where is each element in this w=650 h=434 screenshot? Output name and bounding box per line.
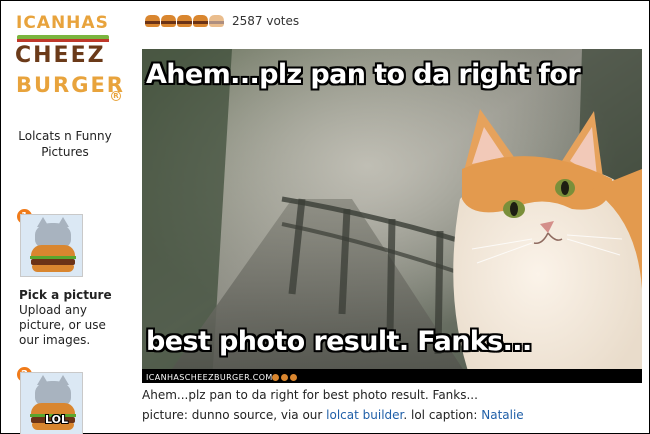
rating-bar[interactable]: 2587 votes [145,13,299,29]
lolcat-image[interactable]: Ahem...plz pan to da right for best phot… [142,49,642,383]
step-1-title: Pick a picture [19,288,112,302]
image-watermark: ICANHASCHEEZBURGER.COM [146,373,273,382]
post-credit: picture: dunno source, via our lolcat bu… [142,408,524,422]
lol-label: LOL [45,413,68,426]
logo-tomato-stripe [17,39,109,42]
logo-line-3: BURGER [16,73,125,97]
site-tagline: Lolcats n Funny Pictures [18,129,112,159]
logo-line-2: CHEEZ [15,43,106,68]
cheezburger-icon[interactable] [177,15,192,27]
lolcat-builder-link[interactable]: lolcat builder [326,408,403,422]
credit-middle: . lol caption: [403,408,478,422]
burger-bottom-bun-icon [32,265,74,272]
sidebar: ICANHAS CHEEZ BURGER R Lolcats n Funny P… [1,1,129,434]
cheezburger-icon[interactable] [145,15,160,27]
site-logo[interactable]: ICANHAS CHEEZ BURGER R [15,11,123,103]
image-caption-top: Ahem...plz pan to da right for [146,59,581,90]
image-caption-bottom: best photo result. Fanks... [146,326,532,357]
registered-mark-icon: R [111,91,121,101]
vote-count: 2587 votes [232,14,300,28]
step-2-thumbnail[interactable]: LOL [20,372,83,434]
cheezburger-icon[interactable] [161,15,176,27]
cheezburger-half-icon[interactable] [209,15,224,27]
logo-line-1: ICANHAS [16,13,109,33]
post-caption: Ahem...plz pan to da right for best phot… [142,388,478,402]
cheezburger-icon[interactable] [193,15,208,27]
caption-author-link[interactable]: Natalie [481,408,523,422]
credit-prefix: picture: dunno source, via our [142,408,323,422]
step-1-description: Upload any picture, or use our images. [19,303,106,347]
watermark-burger-icon [272,374,299,381]
step-1-thumbnail[interactable] [20,214,83,277]
